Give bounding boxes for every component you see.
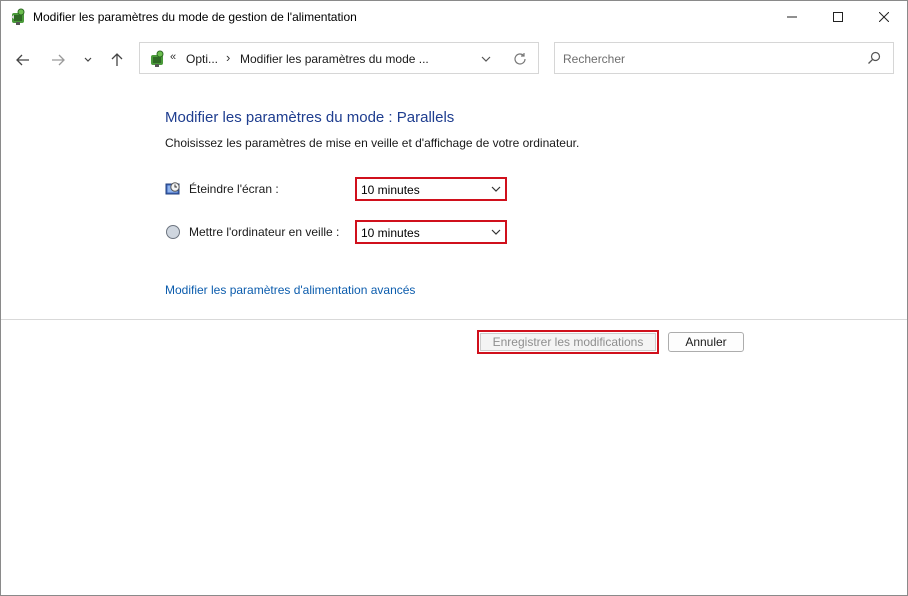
arrow-left-icon	[16, 54, 29, 66]
chevron-down-icon	[84, 57, 92, 62]
window-title: Modifier les paramètres du mode de gesti…	[33, 10, 357, 24]
address-dropdown-button[interactable]	[478, 51, 494, 67]
page-description: Choisissez les paramètres de mise en vei…	[165, 136, 580, 150]
sleep-select[interactable]: 10 minutes	[355, 220, 507, 244]
arrow-right-icon	[52, 54, 65, 66]
display-clock-icon	[165, 181, 181, 197]
title-bar: Modifier les paramètres du mode de gesti…	[1, 1, 907, 33]
control-panel-window: Modifier les paramètres du mode de gesti…	[0, 0, 908, 596]
display-off-label: Éteindre l'écran :	[189, 182, 279, 196]
arrow-up-icon	[111, 53, 123, 66]
refresh-icon	[514, 53, 526, 65]
sleep-label: Mettre l'ordinateur en veille :	[189, 225, 340, 239]
search-icon[interactable]	[867, 51, 883, 67]
chevron-down-icon	[491, 229, 501, 235]
search-input[interactable]	[563, 51, 853, 67]
power-options-icon	[148, 50, 166, 68]
recent-locations-button[interactable]	[79, 48, 97, 72]
display-off-select[interactable]: 10 minutes	[355, 177, 507, 201]
page-title: Modifier les paramètres du mode : Parall…	[165, 109, 455, 126]
forward-button[interactable]	[46, 48, 70, 72]
sleep-value: 10 minutes	[361, 226, 420, 240]
minimize-button[interactable]	[769, 1, 815, 33]
chevron-down-icon	[491, 186, 501, 192]
overflow-chevron[interactable]: «	[170, 51, 176, 63]
breadcrumb-current[interactable]: Modifier les paramètres du mode ...	[240, 52, 429, 66]
sleep-moon-icon	[165, 224, 181, 240]
display-off-value: 10 minutes	[361, 183, 420, 197]
minimize-icon	[787, 16, 797, 18]
power-options-icon	[9, 8, 27, 26]
cancel-button[interactable]: Annuler	[668, 332, 744, 352]
navigation-bar: « Opti... › Modifier les paramètres du m…	[1, 41, 907, 77]
chevron-down-icon	[481, 56, 491, 62]
search-box[interactable]	[554, 42, 894, 74]
refresh-button[interactable]	[512, 51, 528, 67]
save-changes-button[interactable]: Enregistrer les modifications	[477, 330, 659, 354]
back-button[interactable]	[11, 48, 35, 72]
divider	[1, 319, 907, 320]
maximize-icon	[833, 12, 843, 22]
maximize-button[interactable]	[815, 1, 861, 33]
save-changes-label: Enregistrer les modifications	[480, 333, 656, 351]
up-button[interactable]	[105, 48, 129, 72]
address-bar[interactable]: « Opti... › Modifier les paramètres du m…	[139, 42, 539, 74]
close-icon	[879, 12, 889, 22]
close-button[interactable]	[861, 1, 907, 33]
advanced-settings-link[interactable]: Modifier les paramètres d'alimentation a…	[165, 283, 415, 297]
breadcrumb-options[interactable]: Opti...	[186, 52, 218, 66]
breadcrumb-separator[interactable]: ›	[226, 50, 230, 65]
